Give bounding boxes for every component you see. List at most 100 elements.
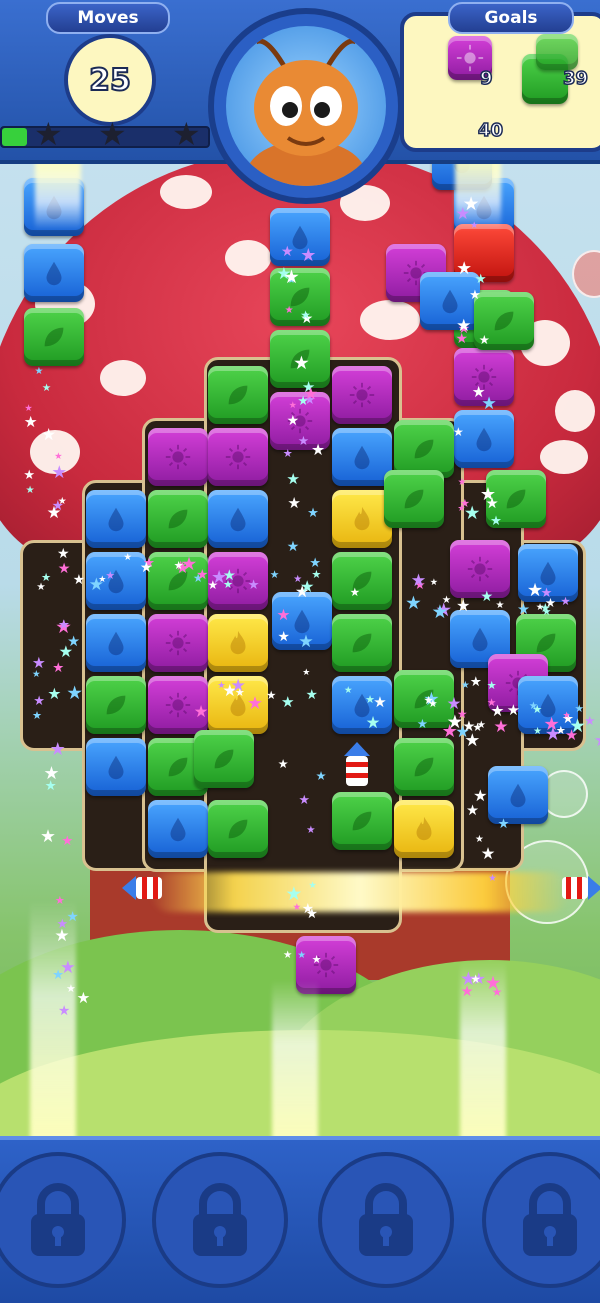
sparkle-star-icon: ★ — [584, 713, 596, 729]
rocket-booster-icon[interactable] — [340, 742, 374, 792]
droplet-icon — [354, 445, 370, 470]
blue-tile[interactable] — [86, 490, 146, 548]
droplet-icon — [442, 289, 458, 314]
green-tile[interactable] — [394, 738, 454, 796]
sparkle-star-icon: ★ — [416, 715, 429, 731]
flame-icon — [354, 506, 370, 531]
ant-mascot-avatar — [208, 8, 404, 204]
sparkle-star-icon: ★ — [265, 687, 277, 702]
sparkle-star-icon: ★ — [308, 879, 317, 891]
goal-count-purple: 9 — [479, 67, 493, 90]
purple-tile[interactable] — [332, 366, 392, 424]
sparkle-star-icon: ★ — [526, 580, 544, 602]
sparkle-star-icon: ★ — [462, 193, 480, 215]
yellow-tile[interactable] — [208, 614, 268, 672]
green-tile[interactable] — [24, 308, 84, 366]
booster-slot-3[interactable] — [318, 1152, 454, 1288]
sparkle-star-icon: ★ — [66, 909, 79, 926]
ant-face-icon — [246, 38, 366, 186]
blue-tile[interactable] — [488, 766, 548, 824]
blue-tile[interactable] — [208, 490, 268, 548]
sparkle-star-icon: ★ — [281, 692, 295, 711]
sparkle-star-icon: ★ — [23, 468, 35, 484]
rocket-trail — [35, 160, 81, 230]
yellow-tile[interactable] — [332, 490, 392, 548]
sparkle-star-icon: ★ — [574, 703, 585, 716]
lock-icon — [193, 1183, 247, 1256]
sparkle-star-icon: ★ — [193, 702, 209, 722]
blue-tile[interactable] — [148, 800, 208, 858]
sparkle-star-icon: ★ — [57, 617, 70, 633]
progress-star-icon: ★ — [98, 115, 127, 153]
sparkle-star-icon: ★ — [210, 566, 228, 588]
purple-tile[interactable] — [148, 428, 208, 486]
blue-tile[interactable] — [332, 428, 392, 486]
sparkle-star-icon: ★ — [41, 382, 52, 395]
sparkle-star-icon: ★ — [456, 595, 471, 615]
sparkle-star-icon: ★ — [283, 949, 293, 962]
sparkle-star-icon: ★ — [52, 661, 65, 677]
moves-label: Moves — [46, 2, 170, 34]
green-tile[interactable] — [148, 490, 208, 548]
sparkle-star-icon: ★ — [173, 558, 184, 572]
mushroom-spot — [160, 175, 212, 209]
green-tile[interactable] — [86, 676, 146, 734]
sparkle-star-icon: ★ — [410, 571, 427, 592]
sparkle-star-icon: ★ — [302, 667, 311, 678]
sparkle-star-icon: ★ — [303, 383, 319, 403]
blue-tile[interactable] — [86, 614, 146, 672]
sparkle-star-icon: ★ — [293, 352, 310, 374]
sparkle-star-icon: ★ — [446, 692, 462, 713]
sparkle-star-icon: ★ — [57, 560, 71, 577]
progress-star-icon: ★ — [172, 115, 201, 153]
sparkle-star-icon: ★ — [105, 568, 116, 582]
green-tile[interactable] — [194, 730, 254, 788]
sparkle-star-icon: ★ — [539, 600, 551, 616]
sun-icon — [165, 692, 191, 718]
purple-tile[interactable] — [148, 614, 208, 672]
flame-icon — [230, 630, 246, 655]
sparkle-star-icon: ★ — [283, 266, 300, 288]
sparkle-star-icon: ★ — [288, 399, 297, 411]
mushroom-spot — [100, 360, 146, 396]
moves-counter: 25 — [64, 34, 156, 126]
sparkle-star-icon: ★ — [479, 484, 497, 506]
sparkle-star-icon: ★ — [456, 315, 472, 336]
sparkle-star-icon: ★ — [298, 793, 311, 809]
leaf-icon — [214, 749, 234, 769]
sparkle-star-icon: ★ — [41, 425, 57, 445]
green-tile[interactable] — [384, 470, 444, 528]
flame-icon — [416, 816, 432, 841]
droplet-icon — [108, 755, 124, 780]
green-tile[interactable] — [208, 366, 268, 424]
blue-tile[interactable] — [86, 738, 146, 796]
sparkle-star-icon: ★ — [287, 493, 301, 512]
mushroom-spot — [225, 240, 271, 276]
sparkle-star-icon: ★ — [470, 971, 481, 986]
mushroom-spot — [555, 390, 595, 432]
sparkle-star-icon: ★ — [456, 258, 473, 279]
sparkle-star-icon: ★ — [51, 462, 68, 483]
droplet-icon — [230, 507, 246, 532]
booster-slot-2[interactable] — [152, 1152, 288, 1288]
leaf-icon — [506, 489, 526, 509]
mushroom-spot — [360, 300, 420, 340]
sun-icon — [349, 382, 375, 408]
sparkle-star-icon: ★ — [465, 801, 480, 819]
green-tile[interactable] — [332, 552, 392, 610]
sparkle-star-icon: ★ — [247, 578, 260, 594]
purple-tile[interactable] — [208, 428, 268, 486]
leaf-icon — [228, 385, 248, 405]
droplet-icon — [510, 783, 526, 808]
sparkle-star-icon: ★ — [431, 601, 449, 623]
sparkle-star-icon: ★ — [495, 599, 505, 611]
green-tile[interactable] — [332, 792, 392, 850]
sparkle-star-icon: ★ — [54, 892, 65, 907]
yellow-tile[interactable] — [394, 800, 454, 858]
blue-tile[interactable] — [24, 244, 84, 302]
sparkle-star-icon: ★ — [32, 708, 43, 722]
green-tile[interactable] — [208, 800, 268, 858]
sparkle-star-icon: ★ — [484, 973, 502, 995]
green-tile[interactable] — [332, 614, 392, 672]
blue-tile[interactable] — [454, 410, 514, 468]
